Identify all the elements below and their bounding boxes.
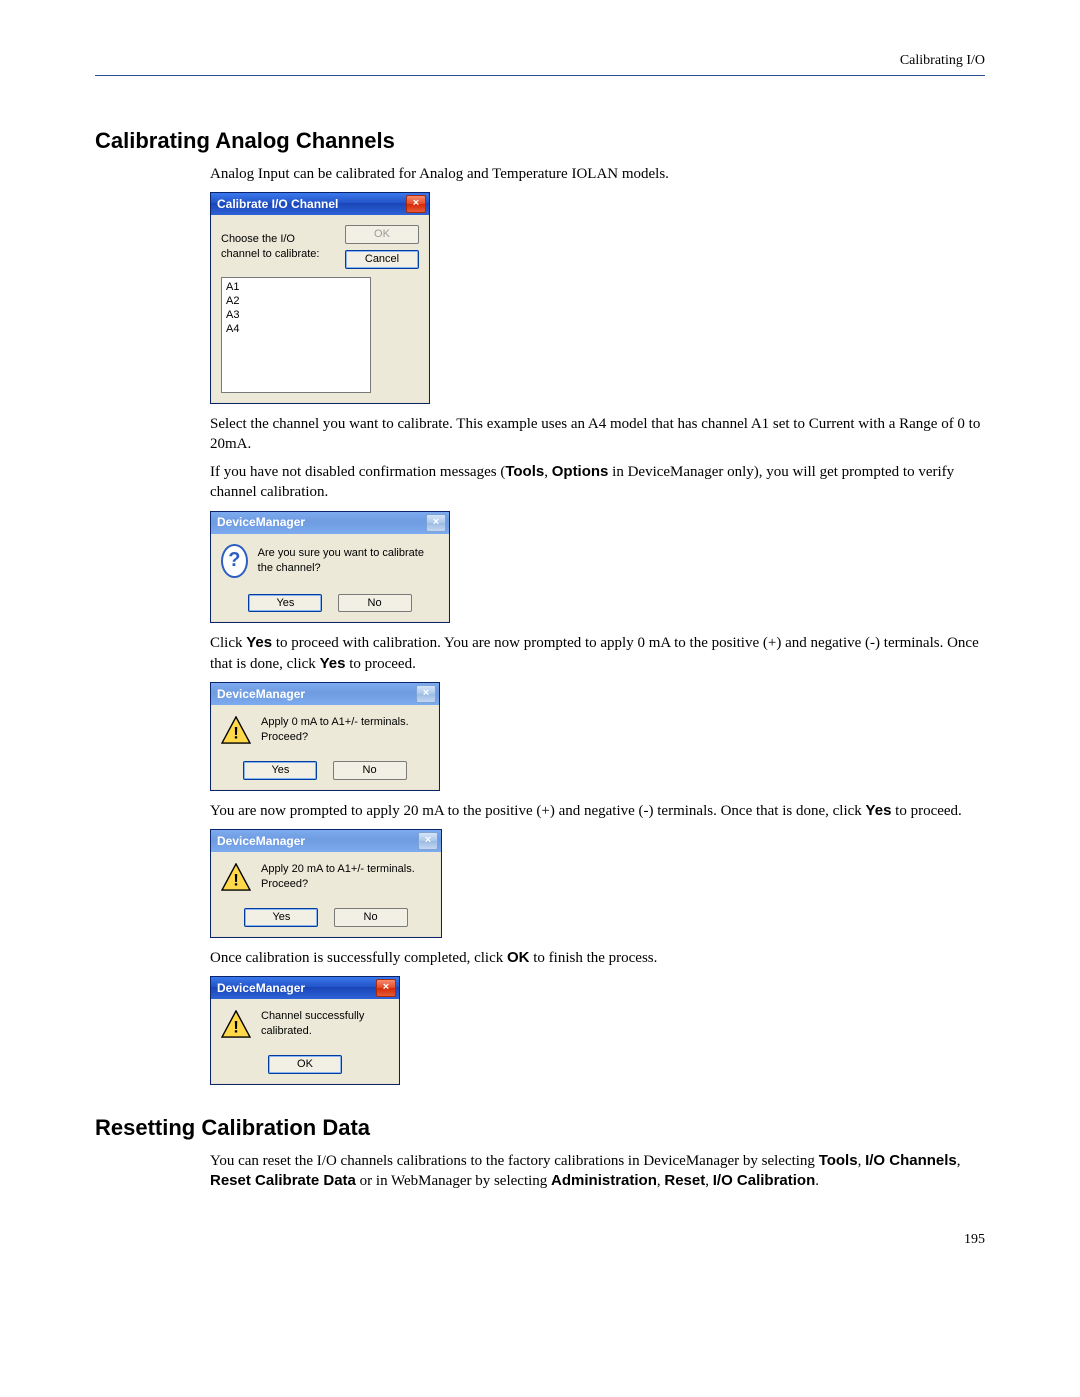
cancel-button[interactable]: Cancel bbox=[345, 250, 419, 269]
warning-icon: ! bbox=[221, 862, 251, 892]
warning-icon: ! bbox=[221, 1009, 251, 1039]
select-channel-text: Select the channel you want to calibrate… bbox=[210, 414, 985, 455]
question-icon: ? bbox=[221, 544, 248, 578]
dialog-message: Channel successfully calibrated. bbox=[261, 1009, 383, 1039]
heading-calibrating-analog: Calibrating Analog Channels bbox=[95, 126, 985, 156]
close-icon[interactable]: × bbox=[426, 514, 446, 532]
close-icon[interactable]: × bbox=[406, 195, 426, 213]
confirmation-text: If you have not disabled confirmation me… bbox=[210, 462, 985, 503]
yes-button[interactable]: Yes bbox=[248, 594, 322, 613]
intro-text: Analog Input can be calibrated for Analo… bbox=[210, 164, 985, 184]
completed-text: Once calibration is successfully complet… bbox=[210, 948, 985, 968]
close-icon[interactable]: × bbox=[376, 979, 396, 997]
no-button[interactable]: No bbox=[333, 761, 407, 780]
list-item[interactable]: A4 bbox=[226, 322, 366, 336]
dialog-success: DeviceManager × ! Channel successfully c… bbox=[210, 976, 400, 1085]
list-item[interactable]: A1 bbox=[226, 280, 366, 294]
ok-button[interactable]: OK bbox=[345, 225, 419, 244]
dialog-message: Are you sure you want to calibrate the c… bbox=[258, 546, 433, 576]
running-head: Calibrating I/O bbox=[95, 52, 985, 76]
dialog-title: DeviceManager bbox=[217, 686, 305, 702]
svg-text:!: ! bbox=[233, 870, 239, 889]
svg-text:!: ! bbox=[233, 723, 239, 742]
svg-text:!: ! bbox=[233, 1017, 239, 1036]
dialog-prompt: Choose the I/O channel to calibrate: bbox=[221, 232, 327, 262]
dialog-apply-0ma: DeviceManager × ! Apply 0 mA to A1+/- te… bbox=[210, 682, 440, 791]
dialog-title: DeviceManager bbox=[217, 514, 305, 530]
dialog-calibrate-io-channel: Calibrate I/O Channel × Choose the I/O c… bbox=[210, 192, 430, 404]
close-icon[interactable]: × bbox=[418, 832, 438, 850]
no-button[interactable]: No bbox=[334, 908, 408, 927]
dialog-confirm-calibrate: DeviceManager × ? Are you sure you want … bbox=[210, 511, 450, 624]
page-number: 195 bbox=[95, 1231, 985, 1250]
list-item[interactable]: A3 bbox=[226, 308, 366, 322]
no-button[interactable]: No bbox=[338, 594, 412, 613]
dialog-apply-20ma: DeviceManager × ! Apply 20 mA to A1+/- t… bbox=[210, 829, 442, 938]
yes-button[interactable]: Yes bbox=[244, 908, 318, 927]
channel-listbox[interactable]: A1 A2 A3 A4 bbox=[221, 277, 371, 393]
yes-button[interactable]: Yes bbox=[243, 761, 317, 780]
warning-icon: ! bbox=[221, 715, 251, 745]
dialog-title: DeviceManager bbox=[217, 833, 305, 849]
close-icon[interactable]: × bbox=[416, 685, 436, 703]
list-item[interactable]: A2 bbox=[226, 294, 366, 308]
apply-20ma-text: You are now prompted to apply 20 mA to t… bbox=[210, 801, 985, 821]
ok-button[interactable]: OK bbox=[268, 1055, 342, 1074]
dialog-title: Calibrate I/O Channel bbox=[217, 196, 338, 212]
dialog-title: DeviceManager bbox=[217, 980, 305, 996]
heading-resetting-calibration: Resetting Calibration Data bbox=[95, 1113, 985, 1143]
dialog-message: Apply 20 mA to A1+/- terminals. Proceed? bbox=[261, 862, 425, 892]
reset-text: You can reset the I/O channels calibrati… bbox=[210, 1151, 985, 1192]
dialog-message: Apply 0 mA to A1+/- terminals. Proceed? bbox=[261, 715, 423, 745]
click-yes-text: Click Yes to proceed with calibration. Y… bbox=[210, 633, 985, 674]
